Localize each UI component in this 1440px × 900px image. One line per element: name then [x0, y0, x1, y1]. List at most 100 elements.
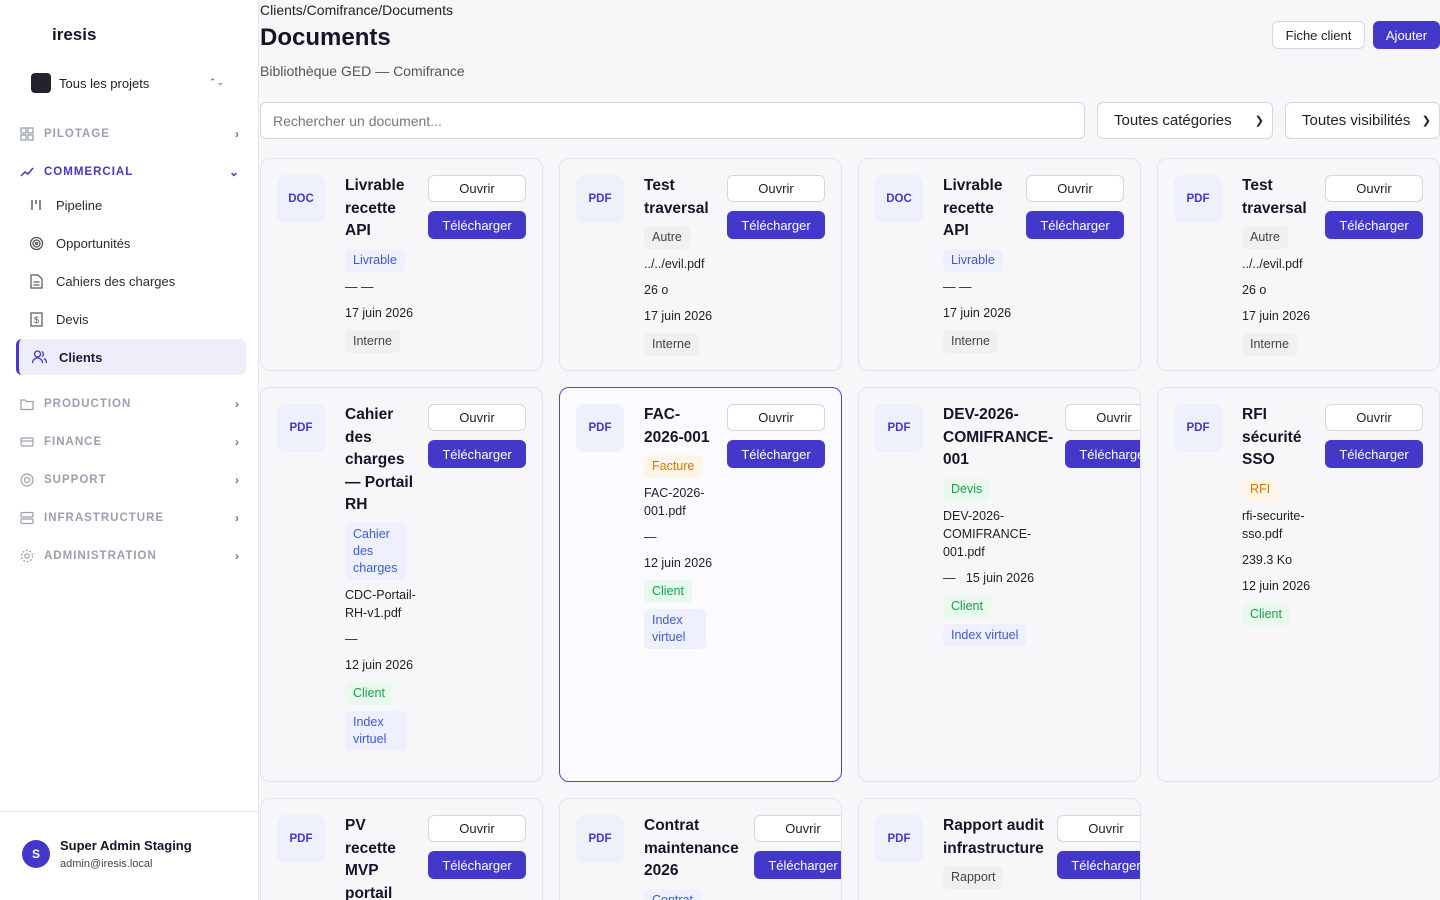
visibility-select[interactable]: Toutes visibilités ❯ — [1285, 102, 1440, 139]
file-name: rfi-securite-sso.pdf — [1242, 508, 1305, 541]
document-date: 15 juin 2026 — [965, 570, 1035, 585]
nav-group-label: COMMERCIAL — [44, 166, 134, 178]
category-badge: RFI — [1242, 477, 1279, 501]
nav-item-pipeline[interactable]: Pipeline — [16, 187, 246, 223]
category-select[interactable]: Toutes catégories ❯ — [1097, 102, 1273, 139]
document-card[interactable]: PDF DEV-2026-COMIFRANCE-001 Devis DEV-20… — [858, 387, 1141, 782]
open-button[interactable]: Ouvrir — [754, 815, 841, 842]
nav-item-cahiers[interactable]: Cahiers des charges — [16, 263, 246, 299]
visibility-badge: Interne — [345, 329, 400, 353]
project-icon — [31, 73, 51, 93]
category-badge: Facture — [644, 455, 703, 478]
sidebar: iresis Tous les projets ⌃⌄ PILOTAGE › CO… — [0, 0, 259, 900]
client-sheet-button[interactable]: Fiche client — [1272, 21, 1365, 49]
chevron-down-icon: ⌄ — [228, 165, 240, 179]
nav-group-support[interactable]: SUPPORT › — [16, 465, 248, 495]
nav-group-infrastructure[interactable]: INFRASTRUCTURE › — [16, 503, 248, 533]
document-card[interactable]: PDF Test traversal Autre ../../evil.pdf … — [1157, 158, 1440, 371]
download-button[interactable]: Télécharger — [1065, 440, 1140, 468]
download-button[interactable]: Télécharger — [1325, 440, 1423, 468]
open-button[interactable]: Ouvrir — [1325, 404, 1423, 431]
gear-icon — [20, 549, 34, 563]
open-button[interactable]: Ouvrir — [1065, 404, 1140, 431]
file-size: 26 o — [644, 283, 669, 297]
download-button[interactable]: Télécharger — [754, 851, 841, 879]
category-badge: Autre — [644, 226, 690, 249]
document-card[interactable]: DOC Livrable recette API Livrable — — 17… — [858, 158, 1141, 371]
user-panel[interactable]: S Super Admin Staging admin@iresis.local — [0, 811, 259, 900]
download-button[interactable]: Télécharger — [727, 440, 825, 468]
download-button[interactable]: Télécharger — [428, 440, 526, 468]
nav-item-label: Devis — [56, 311, 89, 327]
nav-group-pilotage[interactable]: PILOTAGE › — [16, 119, 248, 149]
file-size: — — [943, 570, 956, 585]
file-type-icon: PDF — [576, 175, 624, 223]
nav-item-clients[interactable]: Clients — [16, 339, 246, 375]
file-type-icon: PDF — [576, 815, 624, 863]
nav-item-opportunites[interactable]: Opportunités — [16, 225, 246, 261]
document-title: Test traversal — [644, 177, 709, 217]
document-card[interactable]: PDF Contrat maintenance 2026 Contrat Ouv… — [559, 798, 842, 900]
open-button[interactable]: Ouvrir — [1325, 175, 1423, 202]
nav-group-label: FINANCE — [44, 436, 103, 448]
project-selector[interactable]: Tous les projets ⌃⌄ — [16, 64, 242, 102]
nav-group-production[interactable]: PRODUCTION › — [16, 389, 248, 419]
nav-group-finance[interactable]: FINANCE › — [16, 427, 248, 457]
category-badge: Autre — [1242, 226, 1288, 249]
visibility-badge: Client — [943, 594, 991, 618]
file-name: FAC-2026-001.pdf — [644, 486, 705, 518]
visibility-badge: Interne — [644, 333, 699, 356]
download-button[interactable]: Télécharger — [1026, 211, 1124, 239]
chevron-down-icon: ❯ — [1421, 115, 1431, 127]
download-button[interactable]: Télécharger — [1057, 851, 1140, 879]
document-card[interactable]: PDF RFI sécurité SSO RFI rfi-securite-ss… — [1157, 387, 1440, 782]
document-card[interactable]: PDF PV recette MVP portail Ouvrir Téléch… — [260, 798, 543, 900]
nav-item-label: Cahiers des charges — [56, 273, 176, 289]
open-button[interactable]: Ouvrir — [428, 404, 526, 431]
open-button[interactable]: Ouvrir — [1026, 175, 1124, 202]
category-badge: Livrable — [345, 248, 405, 272]
document-date: 17 juin 2026 — [1242, 309, 1311, 323]
open-button[interactable]: Ouvrir — [1057, 815, 1140, 842]
document-date: 17 juin 2026 — [345, 305, 414, 320]
open-button[interactable]: Ouvrir — [428, 815, 526, 842]
document-date: 17 juin 2026 — [943, 305, 1012, 320]
document-date: 12 juin 2026 — [1242, 578, 1311, 593]
file-name: CDC-Portail-RH-v1.pdf — [345, 587, 416, 620]
chevron-right-icon: › — [235, 127, 240, 141]
open-button[interactable]: Ouvrir — [428, 175, 526, 202]
nav-group-administration[interactable]: ADMINISTRATION › — [16, 541, 248, 571]
category-badge: Cahier des charges — [345, 522, 407, 580]
download-button[interactable]: Télécharger — [428, 851, 526, 879]
grid-icon — [20, 127, 34, 141]
file-name: — — — [943, 279, 972, 294]
search-input[interactable]: Rechercher un document... — [260, 102, 1085, 139]
trending-icon — [20, 165, 34, 179]
download-button[interactable]: Télécharger — [428, 211, 526, 239]
svg-text:$: $ — [34, 315, 39, 325]
open-button[interactable]: Ouvrir — [727, 175, 825, 202]
open-button[interactable]: Ouvrir — [727, 404, 825, 431]
user-name: Super Admin Staging — [60, 838, 192, 853]
document-title: Livrable recette API — [943, 177, 1003, 239]
add-document-button[interactable]: Ajouter — [1373, 21, 1440, 49]
document-card[interactable]: DOC Livrable recette API Livrable — — 17… — [260, 158, 543, 371]
document-card-selected[interactable]: PDF FAC-2026-001 Facture FAC-2026-001.pd… — [559, 387, 842, 782]
card-icon — [20, 435, 34, 449]
document-card[interactable]: PDF Cahier des charges — Portail RH Cahi… — [260, 387, 543, 782]
download-button[interactable]: Télécharger — [1325, 211, 1423, 239]
breadcrumb[interactable]: Clients/Comifrance/Documents — [260, 2, 453, 18]
nav-item-devis[interactable]: $ Devis — [16, 301, 246, 337]
file-size: 26 o — [1242, 283, 1267, 297]
download-button[interactable]: Télécharger — [727, 211, 825, 239]
document-title: FAC-2026-001 — [644, 406, 710, 446]
document-card[interactable]: PDF Rapport audit infrastructure Rapport… — [858, 798, 1141, 900]
file-type-icon: PDF — [1174, 175, 1222, 223]
nav-group-commercial[interactable]: COMMERCIAL ⌄ — [16, 157, 248, 187]
document-title: DEV-2026-COMIFRANCE-001 — [943, 406, 1054, 468]
target-icon — [28, 235, 44, 251]
document-title: PV recette MVP portail — [345, 817, 396, 900]
document-card[interactable]: PDF Test traversal Autre ../../evil.pdf … — [559, 158, 842, 371]
file-name: — — — [345, 279, 374, 294]
nav-item-label: Clients — [59, 349, 103, 365]
